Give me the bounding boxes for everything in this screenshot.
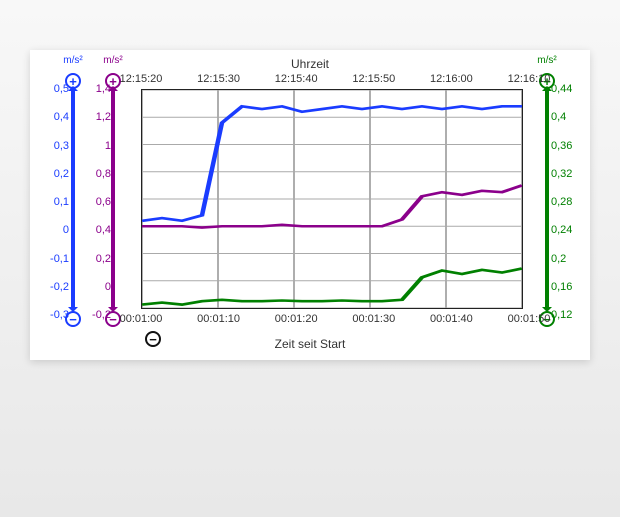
x-bottom-tick-label: 00:01:40 bbox=[430, 313, 473, 325]
y-tick-label: 0,16 bbox=[551, 281, 572, 293]
x-bottom-tick-label: 00:01:10 bbox=[197, 313, 240, 325]
y-tick-label: 0,6 bbox=[96, 196, 111, 208]
y-tick-label: 1,4 bbox=[96, 83, 111, 95]
y-tick-label: 0,5 bbox=[54, 83, 69, 95]
y-tick-label: 0,28 bbox=[551, 196, 572, 208]
y-tick-label: 0 bbox=[63, 224, 69, 236]
y-tick-label: 0,24 bbox=[551, 224, 572, 236]
y-tick-label: 0,3 bbox=[54, 140, 69, 152]
x-top-tick-label: 12:16:00 bbox=[430, 73, 473, 85]
y-axis-purple-unit: m/s² bbox=[95, 55, 131, 66]
y-tick-label: 0,8 bbox=[96, 168, 111, 180]
y-tick-label: 0,32 bbox=[551, 168, 572, 180]
series-purple bbox=[142, 185, 522, 227]
chart-panel: Uhrzeit m/s² + − 0,50,40,30,20,10-0,1-0,… bbox=[30, 50, 590, 360]
y-axis-green-unit: m/s² bbox=[529, 55, 565, 66]
plot-svg bbox=[142, 90, 522, 308]
x-bottom-tick-label: 00:01:30 bbox=[352, 313, 395, 325]
y-tick-label: 1,2 bbox=[96, 111, 111, 123]
y-tick-label: 0,4 bbox=[54, 111, 69, 123]
y-tick-label: 1 bbox=[105, 140, 111, 152]
y-tick-label: 0,2 bbox=[96, 253, 111, 265]
x-top-tick-label: 12:15:40 bbox=[275, 73, 318, 85]
y-axis-blue-unit: m/s² bbox=[55, 55, 91, 66]
x-top-tick-label: 12:15:50 bbox=[352, 73, 395, 85]
x-bottom-tick-label: 00:01:50 bbox=[508, 313, 551, 325]
y-axis-blue: m/s² + − 0,50,40,30,20,10-0,1-0,2-0,3 bbox=[55, 53, 91, 357]
x-bottom-tick-label: 00:01:00 bbox=[120, 313, 163, 325]
x-bottom-tick-label: 00:01:20 bbox=[275, 313, 318, 325]
y-tick-label: 0,2 bbox=[551, 253, 566, 265]
y-tick-label: -0,3 bbox=[50, 309, 69, 321]
y-tick-label: 0 bbox=[105, 281, 111, 293]
y-tick-label: 0,12 bbox=[551, 309, 572, 321]
x-top-tick-label: 12:15:30 bbox=[197, 73, 240, 85]
y-tick-label: 0,36 bbox=[551, 140, 572, 152]
x-top-tick-label: 12:16:10 bbox=[508, 73, 551, 85]
series-blue bbox=[142, 106, 522, 220]
y-tick-label: 0,2 bbox=[54, 168, 69, 180]
x-top-tick-label: 12:15:20 bbox=[120, 73, 163, 85]
y-tick-label: 0,4 bbox=[551, 111, 566, 123]
y-tick-label: -0,2 bbox=[50, 281, 69, 293]
y-tick-label: -0,2 bbox=[92, 309, 111, 321]
y-axis-purple: m/s² + − 1,41,210,80,60,40,20-0,2 bbox=[95, 53, 131, 357]
y-tick-label: -0,1 bbox=[50, 253, 69, 265]
y-purple-ruler bbox=[111, 89, 115, 309]
series-green bbox=[142, 268, 522, 304]
plot-area bbox=[141, 89, 523, 309]
y-green-ruler bbox=[545, 89, 549, 309]
y-tick-label: 0,1 bbox=[54, 196, 69, 208]
y-tick-label: 0,44 bbox=[551, 83, 572, 95]
y-tick-label: 0,4 bbox=[96, 224, 111, 236]
y-axis-green: m/s² + − 0,440,40,360,320,280,240,20,160… bbox=[529, 53, 565, 357]
x-bottom-title: Zeit seit Start bbox=[33, 337, 587, 351]
y-blue-ruler bbox=[71, 89, 75, 309]
